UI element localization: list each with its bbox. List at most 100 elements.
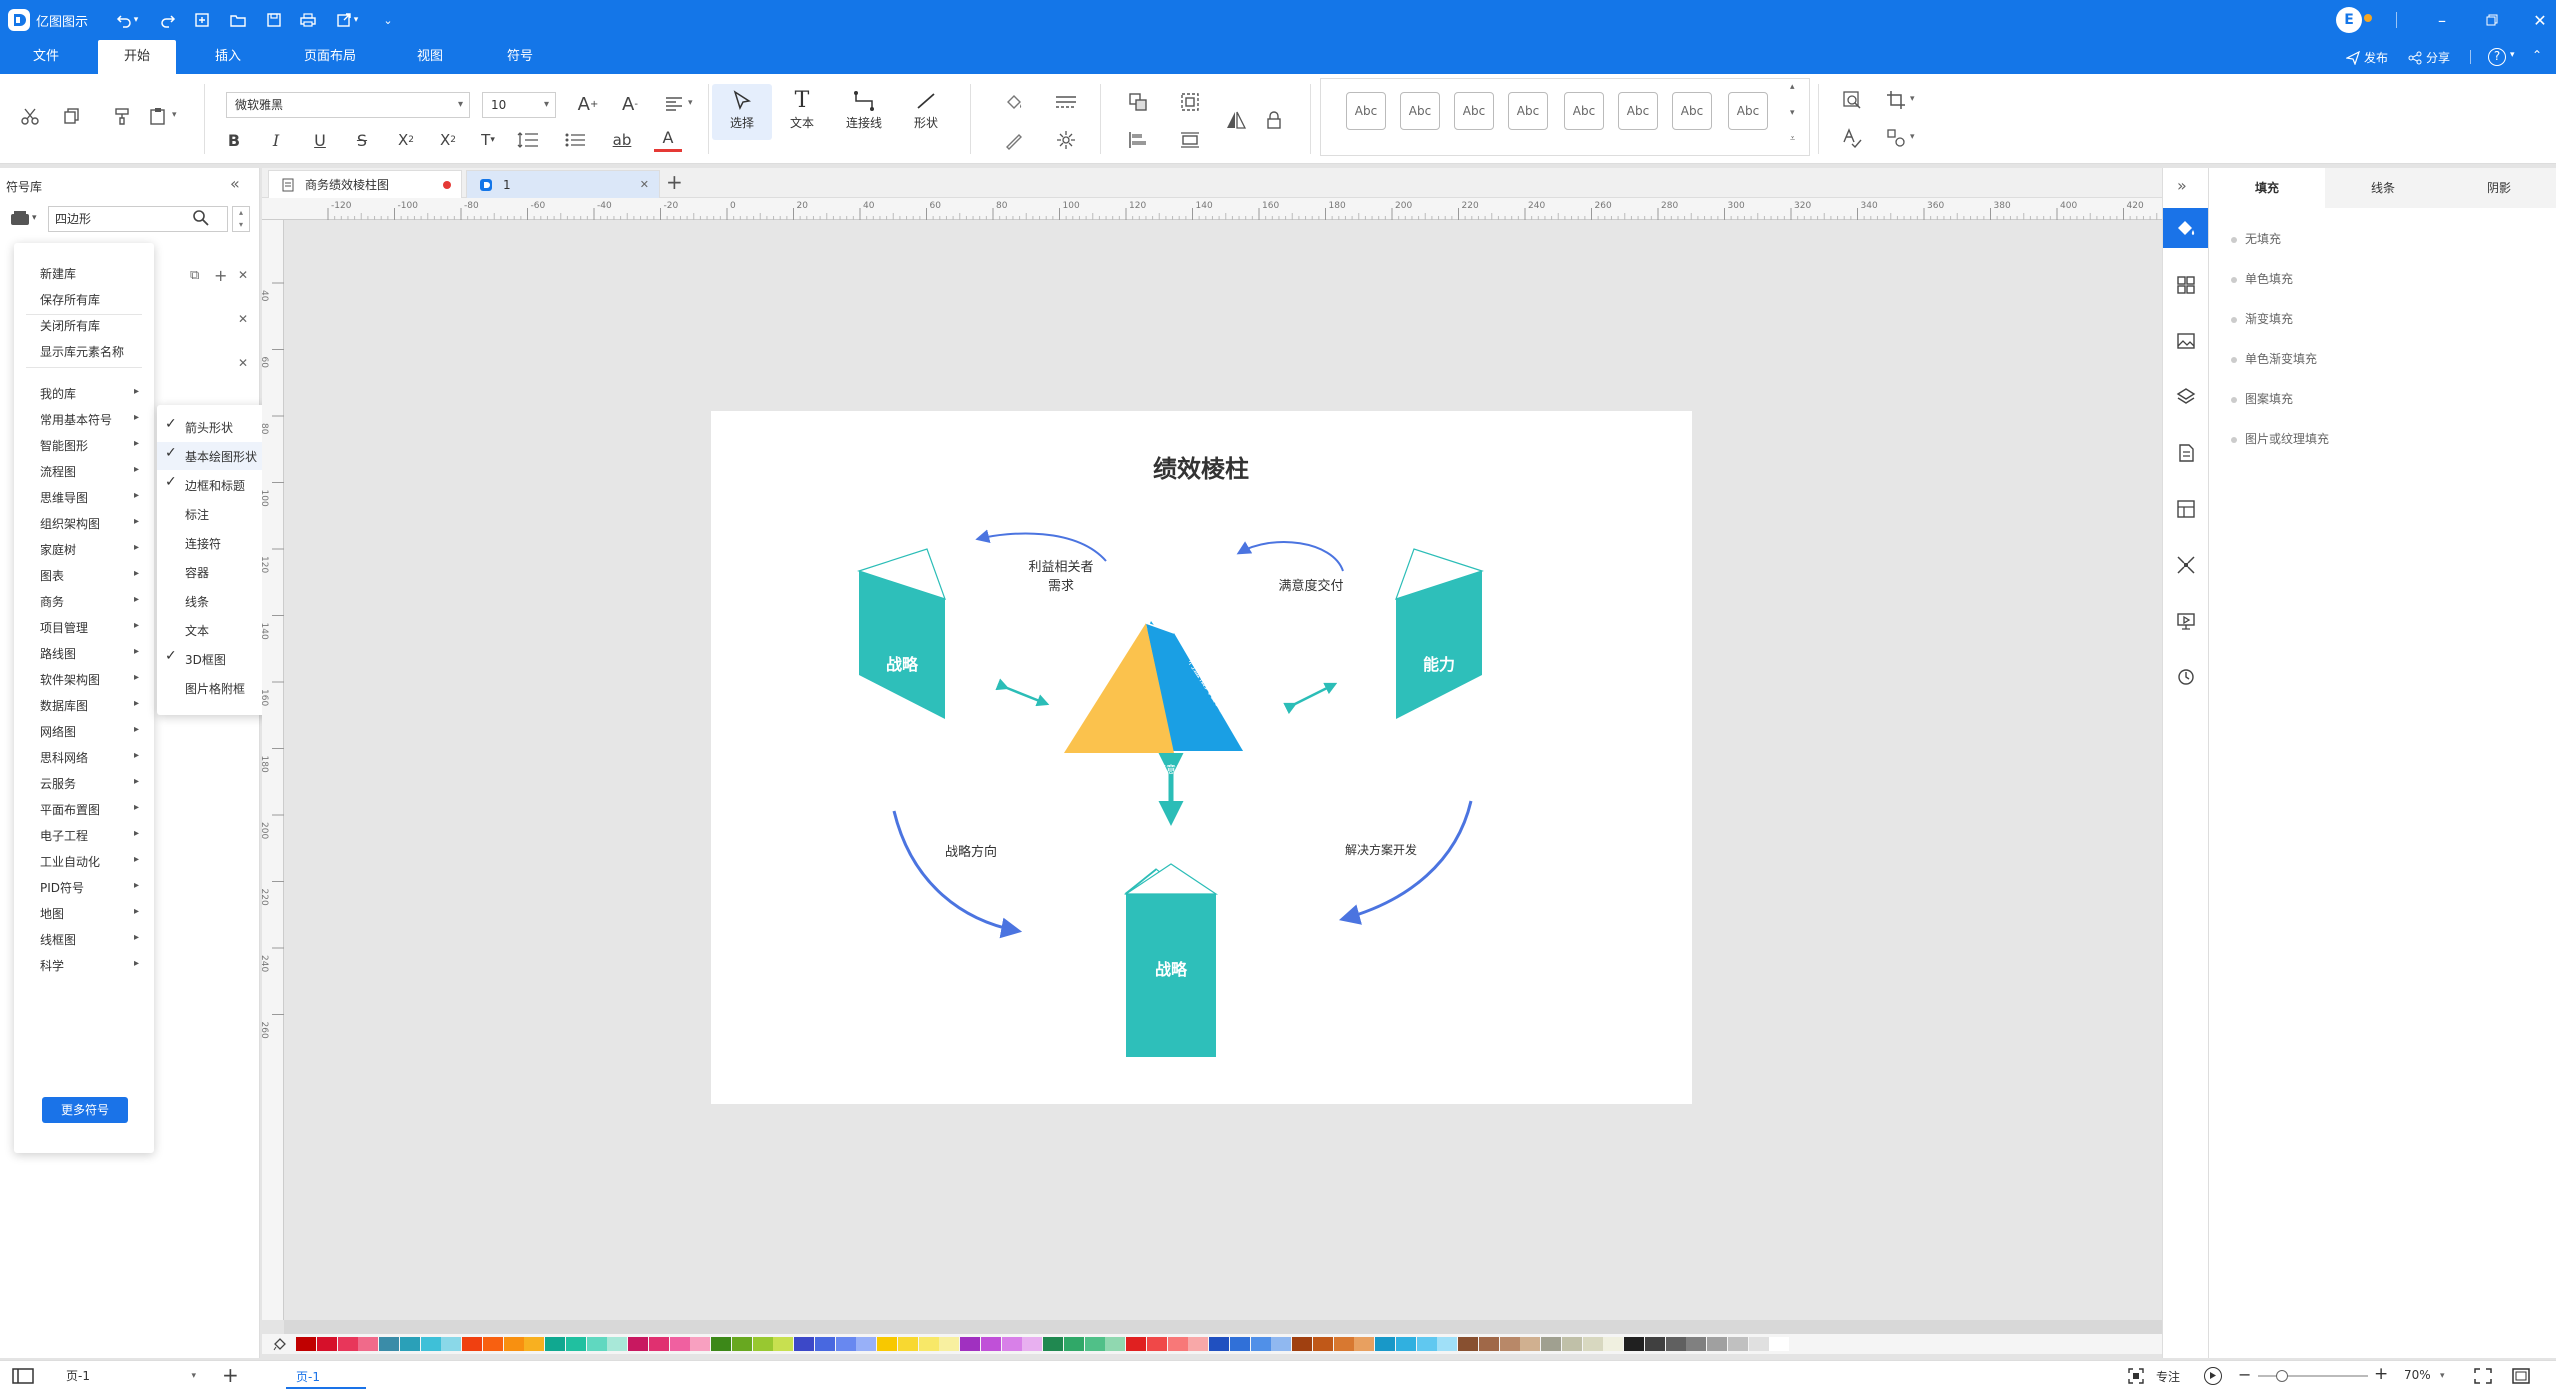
- format-painter-icon[interactable]: [108, 102, 136, 130]
- color-swatch[interactable]: [1686, 1337, 1707, 1351]
- copy-icon[interactable]: [58, 102, 86, 130]
- library-menu-item[interactable]: 云服务: [40, 775, 76, 792]
- submenu-item[interactable]: 3D框图: [185, 651, 226, 668]
- subscript-icon[interactable]: X2: [434, 126, 462, 154]
- font-family-select[interactable]: 微软雅黑 ▾: [226, 92, 470, 118]
- color-swatch[interactable]: [856, 1337, 877, 1351]
- bring-front-icon[interactable]: [1124, 88, 1152, 116]
- style-preset-3[interactable]: Abc: [1454, 92, 1494, 130]
- zoom-dropdown-icon[interactable]: ▾: [2440, 1371, 2445, 1381]
- collapse-ribbon-icon[interactable]: ⌃: [2532, 48, 2542, 62]
- color-swatch[interactable]: [1748, 1337, 1769, 1351]
- tab-shadow[interactable]: 阴影: [2441, 168, 2556, 208]
- user-avatar[interactable]: E: [2336, 7, 2362, 33]
- redo-icon[interactable]: [156, 8, 180, 32]
- library-menu-item[interactable]: 保存所有库: [40, 291, 100, 308]
- help-icon[interactable]: ?: [2488, 48, 2506, 66]
- fill-option[interactable]: 图案填充: [2231, 390, 2293, 407]
- strikethrough-icon[interactable]: S: [348, 126, 376, 154]
- style-preset-7[interactable]: Abc: [1672, 92, 1712, 130]
- library-menu-item[interactable]: 地图: [40, 905, 64, 922]
- new-icon[interactable]: [190, 8, 214, 32]
- fill-color-icon[interactable]: [1000, 88, 1028, 116]
- tab-document-1[interactable]: 商务绩效棱柱图: [268, 170, 462, 198]
- library-menu-item[interactable]: 软件架构图: [40, 671, 100, 688]
- submenu-item[interactable]: 线条: [185, 593, 209, 610]
- color-swatch[interactable]: [1126, 1337, 1146, 1351]
- new-tab-icon[interactable]: +: [666, 170, 683, 194]
- gallery-more-icon[interactable]: ⩡: [1790, 134, 1795, 144]
- help-dropdown-icon[interactable]: ▾: [2510, 50, 2515, 60]
- color-swatch[interactable]: [503, 1337, 524, 1351]
- color-swatch[interactable]: [1022, 1337, 1043, 1351]
- bullet-list-icon[interactable]: [562, 126, 590, 154]
- color-swatch[interactable]: [1063, 1337, 1084, 1351]
- color-swatch[interactable]: [1582, 1337, 1603, 1351]
- cut-icon[interactable]: [16, 102, 44, 130]
- expand-panel-icon[interactable]: »: [2177, 176, 2187, 195]
- color-swatch[interactable]: [897, 1337, 918, 1351]
- restore-icon[interactable]: [2480, 8, 2504, 32]
- color-swatch[interactable]: [1395, 1337, 1416, 1351]
- focus-icon[interactable]: [2128, 1368, 2144, 1384]
- library-menu-item[interactable]: 智能图形: [40, 437, 88, 454]
- search-icon[interactable]: [192, 209, 210, 227]
- search-stepper[interactable]: ▴ ▾: [232, 206, 250, 232]
- h-scrollbar[interactable]: [284, 1320, 2162, 1334]
- submenu-item[interactable]: 容器: [185, 564, 209, 581]
- color-swatch[interactable]: [1043, 1337, 1063, 1351]
- color-swatch[interactable]: [1333, 1337, 1354, 1351]
- right-box-label[interactable]: 能力: [1396, 651, 1482, 675]
- publish-button[interactable]: 发布: [2346, 49, 2388, 66]
- tab-document-2[interactable]: 1 ✕: [466, 170, 660, 198]
- more-tools-icon[interactable]: [1882, 124, 1910, 152]
- open-icon[interactable]: [226, 8, 250, 32]
- library-menu-item[interactable]: 新建库: [40, 265, 76, 282]
- library-menu-item[interactable]: 商务: [40, 593, 64, 610]
- color-swatch[interactable]: [960, 1337, 980, 1351]
- fit-page-icon[interactable]: [2474, 1368, 2492, 1384]
- library-menu-item[interactable]: 组织架构图: [40, 515, 100, 532]
- layers-icon[interactable]: [2171, 382, 2201, 412]
- line-color-icon[interactable]: [1000, 126, 1028, 154]
- page-tab[interactable]: 页-1: [286, 1365, 366, 1389]
- diagram-title[interactable]: 绩效棱柱: [1051, 449, 1351, 484]
- color-swatch[interactable]: [1727, 1337, 1748, 1351]
- color-swatch[interactable]: [545, 1337, 565, 1351]
- style-preset-5[interactable]: Abc: [1564, 92, 1604, 130]
- color-swatch[interactable]: [1603, 1337, 1624, 1351]
- color-swatch[interactable]: [420, 1337, 441, 1351]
- library-menu-item[interactable]: 电子工程: [40, 827, 88, 844]
- zoom-level[interactable]: 70%: [2404, 1368, 2431, 1382]
- solution-development-label[interactable]: 解决方案开发: [1311, 841, 1451, 858]
- page-select[interactable]: 页-1 ▾: [56, 1365, 202, 1387]
- fill-panel-button[interactable]: [2163, 208, 2209, 248]
- submenu-item[interactable]: 标注: [185, 506, 209, 523]
- satisfaction-delivery-label[interactable]: 满意度交付: [1241, 575, 1381, 594]
- presentation-icon[interactable]: [2171, 606, 2201, 636]
- menu-home[interactable]: 开始: [98, 40, 176, 74]
- fill-option[interactable]: 单色填充: [2231, 270, 2293, 287]
- color-swatch[interactable]: [1644, 1337, 1665, 1351]
- text-tool[interactable]: T 文本: [772, 84, 832, 131]
- color-swatch[interactable]: [462, 1337, 482, 1351]
- fill-option[interactable]: 单色渐变填充: [2231, 350, 2317, 367]
- color-swatch[interactable]: [358, 1337, 379, 1351]
- color-swatch[interactable]: [316, 1337, 337, 1351]
- color-swatch[interactable]: [1001, 1337, 1022, 1351]
- grid-layout-icon[interactable]: [2171, 270, 2201, 300]
- library-menu-item[interactable]: 路线图: [40, 645, 76, 662]
- color-swatch[interactable]: [690, 1337, 711, 1351]
- text-align-icon[interactable]: [660, 90, 688, 118]
- zoom-slider-handle[interactable]: [2276, 1370, 2288, 1382]
- submenu-item[interactable]: 箭头形状: [185, 419, 233, 436]
- color-swatch[interactable]: [918, 1337, 939, 1351]
- color-swatch[interactable]: [1458, 1337, 1478, 1351]
- style-preset-4[interactable]: Abc: [1508, 92, 1548, 130]
- underline-icon[interactable]: U: [306, 126, 334, 154]
- text-highlight-icon[interactable]: ab: [608, 126, 636, 154]
- style-preset-1[interactable]: Abc: [1346, 92, 1386, 130]
- color-swatch[interactable]: [752, 1337, 773, 1351]
- color-swatch[interactable]: [337, 1337, 358, 1351]
- color-swatch[interactable]: [877, 1337, 897, 1351]
